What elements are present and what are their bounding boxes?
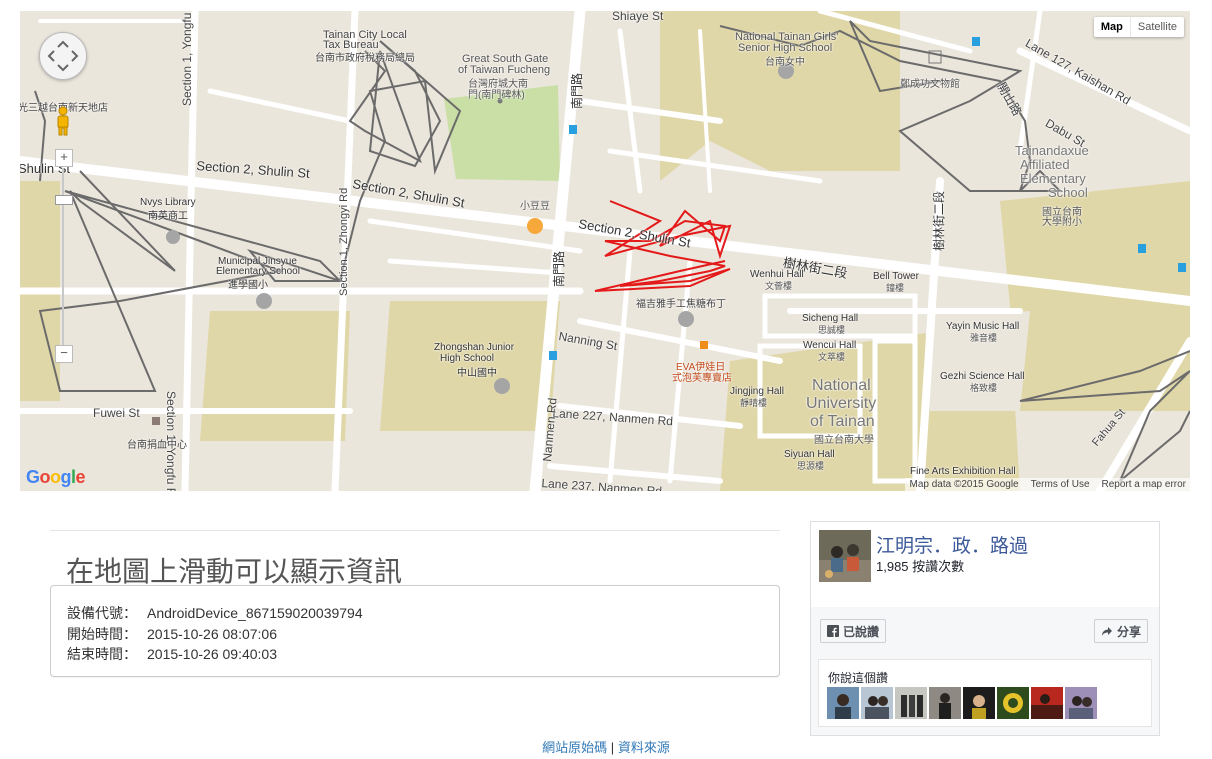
map-label: 台南捐血中心: [127, 440, 187, 451]
fb-header: 江明宗．政．路過 1,985 按讚次數: [811, 522, 1159, 607]
map-label: 台南女中: [765, 57, 805, 68]
map-label: Elementary: [1020, 171, 1086, 186]
zoom-in-button[interactable]: +: [55, 149, 73, 167]
report-map-error-link[interactable]: Report a map error: [1102, 479, 1186, 490]
map-label: 福吉雅手工焦糖布丁: [636, 299, 726, 310]
map-label: National: [812, 377, 871, 394]
liked-button-label: 已說讚: [843, 624, 880, 639]
map-label: 國立台南大學: [814, 435, 874, 446]
map-attribution: Map data ©2015 Google Terms of Use Repor…: [905, 478, 1190, 491]
source-code-link[interactable]: 網站原始碼: [542, 740, 607, 755]
pan-arrows-icon: [47, 40, 79, 72]
map-label: Tainandaxue: [1015, 143, 1089, 158]
start-time-row: 開始時間： 2015-10-26 08:07:06: [67, 624, 277, 644]
end-time-row: 結束時間： 2015-10-26 09:40:03: [67, 644, 277, 664]
page-title: 在地圖上滑動可以顯示資訊: [66, 556, 403, 587]
device-info-panel: 設備代號： AndroidDevice_867159020039794 開始時間：…: [50, 585, 780, 677]
map-label: 文萃樓: [818, 352, 846, 362]
map-label: 台南市政府稅務局總局: [315, 53, 415, 64]
share-button-label: 分享: [1116, 624, 1141, 639]
map-label: 門(南門碑林): [468, 90, 525, 101]
end-time-label: 結束時間：: [67, 646, 137, 662]
friend-avatar[interactable]: [963, 687, 995, 719]
friend-avatar[interactable]: [929, 687, 961, 719]
map-label: Zhongshan Junior: [434, 342, 515, 353]
footer-separator: |: [610, 740, 615, 755]
friends-avatars: [827, 687, 1097, 719]
data-source-link[interactable]: 資料來源: [618, 740, 670, 755]
device-label: 設備代號：: [67, 605, 137, 621]
end-time-value: 2015-10-26 09:40:03: [147, 646, 277, 662]
friend-avatar[interactable]: [861, 687, 893, 719]
map-label: of Tainan: [810, 413, 875, 430]
map-label: 南英商工: [148, 211, 188, 222]
page-name-link[interactable]: 江明宗．政．路過: [876, 531, 1028, 558]
map-label: 大學附小: [1042, 217, 1082, 228]
map-label: 南門路: [570, 72, 584, 109]
map-label: 樹林街二段: [932, 190, 946, 251]
zoom-slider-handle[interactable]: [55, 195, 73, 205]
map-label: Fine Arts Exhibition Hall: [910, 466, 1016, 477]
map-label: 進學國小: [228, 280, 268, 291]
map-label: Section 1, Zhongyi Rd: [338, 187, 350, 296]
pan-control[interactable]: [39, 32, 87, 80]
page-avatar[interactable]: [819, 530, 871, 582]
map-type-control: Map Satellite: [1093, 17, 1184, 37]
map-canvas[interactable]: Tainan City Local Tax Bureau 台南市政府稅務局總局 Gre…: [20, 11, 1190, 491]
page-footer: 網站原始碼 | 資料來源: [0, 737, 1212, 756]
map-label: 中山國中: [457, 368, 497, 379]
map-label: 式泡芙專賣店: [672, 373, 732, 384]
liked-button[interactable]: 已說讚: [820, 619, 887, 643]
map-label: 文薈樓: [765, 281, 793, 291]
share-button[interactable]: 分享: [1093, 619, 1148, 643]
map-data-text: Map data ©2015 Google: [909, 479, 1019, 490]
pegman-icon[interactable]: [54, 106, 72, 136]
device-row: 設備代號： AndroidDevice_867159020039794: [67, 603, 363, 623]
friend-avatar[interactable]: [827, 687, 859, 719]
start-time-label: 開始時間：: [67, 626, 137, 642]
map-label: Fuwei St: [93, 406, 140, 420]
page-likes-count: 1,985 按讚次數: [876, 559, 965, 574]
friends-like-card: 你說這個讚: [818, 659, 1152, 727]
friends-like-label: 你說這個讚: [828, 671, 889, 685]
divider: [50, 530, 780, 531]
map-label: 格致樓: [970, 383, 998, 393]
map-label: 雅音樓: [970, 333, 998, 343]
google-logo: Google: [26, 467, 86, 487]
map-label: High School: [440, 353, 494, 364]
map-label: Shiaye St: [612, 11, 664, 23]
friend-avatar[interactable]: [895, 687, 927, 719]
terms-of-use-link[interactable]: Terms of Use: [1031, 479, 1090, 490]
facebook-page-plugin: 江明宗．政．路過 1,985 按讚次數 已說讚 分享 你說這個讚: [810, 521, 1160, 736]
map-label: 思誠樓: [818, 325, 846, 335]
map-label: 思源樓: [797, 461, 825, 471]
start-time-value: 2015-10-26 08:07:06: [147, 626, 277, 642]
map-label: 小豆豆: [520, 201, 550, 212]
map-label: 鐘樓: [886, 283, 905, 293]
share-arrow-icon: [1101, 627, 1112, 636]
map-type-map-button[interactable]: Map: [1094, 17, 1131, 37]
map-label: Section 1, Yongfu Rd: [180, 11, 194, 106]
friend-avatar[interactable]: [997, 687, 1029, 719]
device-value: AndroidDevice_867159020039794: [147, 605, 363, 621]
map-label: 鄭成功文物館: [900, 79, 960, 90]
friend-avatar[interactable]: [1065, 687, 1097, 719]
facebook-icon: [827, 625, 839, 637]
map-label: Affiliated: [1020, 157, 1070, 172]
map-type-satellite-button[interactable]: Satellite: [1131, 17, 1184, 37]
zoom-out-button[interactable]: −: [55, 345, 73, 363]
map-label: University: [806, 395, 877, 412]
map-label: School: [1048, 185, 1088, 200]
map-label: 靜晴樓: [740, 398, 768, 408]
map-label: 南門路: [552, 250, 566, 287]
friend-avatar[interactable]: [1031, 687, 1063, 719]
